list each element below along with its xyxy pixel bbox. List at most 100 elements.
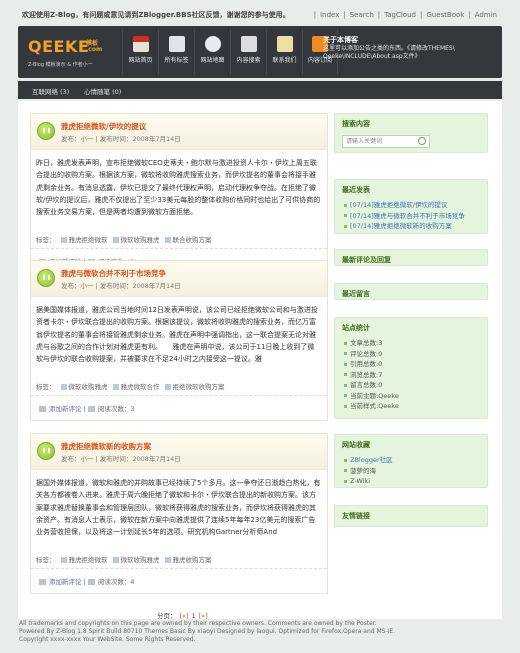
search-placeholder: 请输入关键词	[346, 138, 383, 145]
about-line: Qeeke\INCLUDE\About.asp文件》	[323, 53, 421, 60]
footer-line: Copyright xxxx-xxxx Your WebSite. Some R…	[19, 635, 196, 643]
post-footer: 添加新评论 | 阅读次数：4	[31, 569, 327, 593]
top-link-tagcloud[interactable]: TagCloud	[380, 11, 420, 19]
stat-item: 文章总数:3	[344, 338, 480, 349]
recent-post-link[interactable]: [07/14]雅虎拒绝微软/伊坎的提议	[344, 200, 480, 211]
main-nav: 网站首页 所有标签 网站地图 内容搜索 联系我们 内容订阅	[122, 29, 338, 75]
footer-line: All trademarks and copyrights on this pa…	[19, 620, 377, 627]
top-link-index[interactable]: Index	[316, 11, 343, 19]
nav-item-search[interactable]: 内容搜索	[230, 29, 266, 75]
post-body: 据国外媒体报道，微软和雅虎的并购故事已经持续了5个多月。这一争夺还日渐趋白热化，…	[36, 479, 321, 537]
pager-current[interactable]: 1	[192, 612, 196, 620]
nav-label: 网站首页	[128, 57, 153, 64]
post-meta: 发布：小一 | 发布时间：2008年7月14日	[61, 282, 181, 290]
search-icon[interactable]	[418, 137, 426, 145]
tag-link[interactable]: 雅虎收购方案	[165, 556, 212, 564]
recent-posts-box: 最近发表 [07/14]雅虎拒绝微软/伊坎的提议 [07/14]雅虎与微软合并不…	[334, 179, 488, 234]
tag-link[interactable]: 雅虎拒绝微软	[61, 556, 108, 564]
nav-item-sitemap[interactable]: 网站地图	[194, 29, 230, 75]
category-item-mood[interactable]: 心情随笔 (0)	[84, 86, 121, 96]
add-comment-link[interactable]: 添加新评论	[49, 578, 82, 586]
contact-icon	[276, 36, 293, 52]
post-tags: 标签： 雅虎拒绝微软 微软收购雅虎 雅虎收购方案	[31, 549, 327, 569]
comment-icon	[39, 579, 46, 585]
tag-link[interactable]: 拒绝微软收购方案	[165, 383, 225, 391]
post-tags: 标签： 微软收购雅虎 雅虎微软合作 拒绝微软收购方案	[31, 376, 327, 396]
top-link-guestbook[interactable]: GuestBook	[422, 11, 468, 19]
footer-line: Powered By Z-Blog 1.8 Spirit Build 80710…	[19, 627, 396, 635]
fav-link[interactable]: Z-Wiki	[344, 476, 480, 487]
site-footer: All trademarks and copyrights on this pa…	[18, 620, 502, 643]
site-stats-box: 站点统计 文章总数:3 评论总数:0 引用总数:0 浏览总数:7 留言总数:0 …	[334, 317, 488, 419]
recent-title: 最近发表	[342, 186, 370, 194]
smiley-icon	[37, 442, 55, 460]
pager-last[interactable]: [»]	[199, 612, 208, 620]
tag-link[interactable]: 联合收购方案	[165, 236, 212, 244]
comments-title: 最新评论及回复	[342, 256, 391, 264]
nav-label: 联系我们	[272, 57, 297, 64]
post-title[interactable]: 雅虎与微软合并不利于市场竞争	[61, 268, 166, 279]
pager-first[interactable]: [«]	[180, 612, 189, 620]
links-box: 友情链接	[334, 505, 488, 527]
pager-label: 分页：	[157, 612, 177, 620]
search-box: 搜索内容 请输入关键词	[334, 113, 488, 153]
tag-link[interactable]: 微软收购雅虎	[61, 383, 108, 391]
sitemap-icon	[204, 36, 221, 52]
post-header: 雅虎拒绝微软/伊坎的提议 发布：小一 | 发布时间：2008年7月14日	[31, 114, 327, 150]
recent-post-link[interactable]: [07/14]雅虎拒绝微软新的收购方案	[344, 221, 480, 232]
tag-link[interactable]: 微软收购雅虎	[113, 236, 160, 244]
content-wrapper: 雅虎拒绝微软/伊坎的提议 发布：小一 | 发布时间：2008年7月14日 昨日，…	[18, 101, 502, 620]
tag-link[interactable]: 雅虎拒绝微软	[61, 236, 108, 244]
welcome-text: 欢迎使用Z-Blog，有问题或意见请到ZBlogger.BBS社区反馈，谢谢您的…	[22, 11, 290, 19]
read-count: 阅读次数：3	[97, 405, 135, 413]
nav-item-home[interactable]: 网站首页	[122, 29, 158, 75]
smiley-icon	[37, 269, 55, 287]
post-card: 雅虎拒绝微软/伊坎的提议 发布：小一 | 发布时间：2008年7月14日 昨日，…	[30, 113, 328, 274]
about-line: 这里可以添加公告之类的东西。《请修改THEMES\	[323, 45, 455, 52]
stat-item: 引用总数:0	[344, 359, 480, 370]
fav-link[interactable]: ZBlogger社区	[344, 455, 480, 466]
stat-item: 当前主题:Qeeke	[344, 391, 480, 402]
read-count-icon	[87, 406, 95, 412]
category-bar: 互联网络 (3) 心情随笔 (0)	[18, 81, 502, 99]
nav-label: 所有标签	[164, 57, 189, 64]
stat-item: 留言总数:0	[344, 380, 480, 391]
site-logo[interactable]: QEEKE 模板 .com Z-Blog 模板演示 & 作者小一	[28, 37, 120, 71]
search-icon	[240, 36, 257, 52]
nav-item-contact[interactable]: 联系我们	[266, 29, 302, 75]
post-meta: 发布：小一 | 发布时间：2008年7月14日	[61, 135, 181, 143]
search-title: 搜索内容	[342, 120, 370, 128]
search-input[interactable]: 请输入关键词	[342, 135, 430, 148]
top-link-admin[interactable]: Admin	[471, 11, 501, 19]
add-comment-link[interactable]: 添加新评论	[49, 405, 82, 413]
recent-post-link[interactable]: [07/14]雅虎与微软合并不利于市场竞争	[344, 211, 480, 222]
logo-subtitle: Z-Blog 模板演示 & 作者小一	[28, 62, 93, 68]
post-tags: 标签： 雅虎拒绝微软 微软收购雅虎 联合收购方案	[31, 229, 327, 249]
favorites-box: 网站收藏 ZBlogger社区 菠萝的海 Z-Wiki	[334, 434, 488, 488]
home-icon	[132, 36, 149, 52]
post-title[interactable]: 雅虎拒绝微软/伊坎的提议	[61, 121, 146, 132]
top-bar: 欢迎使用Z-Blog，有问题或意见请到ZBlogger.BBS社区反馈，谢谢您的…	[0, 0, 520, 26]
tags-icon	[168, 36, 185, 52]
post-card: 雅虎拒绝微软新的收购方案 发布：小一 | 发布时间：2008年7月14日 据国外…	[30, 433, 328, 594]
stats-title: 站点统计	[342, 324, 370, 332]
post-footer: 添加新评论 | 阅读次数：3	[31, 396, 327, 420]
logo-text: QEEKE	[28, 37, 90, 56]
site-header: QEEKE 模板 .com Z-Blog 模板演示 & 作者小一 网站首页 所有…	[18, 26, 502, 78]
category-item-internet[interactable]: 互联网络 (3)	[32, 86, 69, 96]
top-link-search[interactable]: Search	[346, 11, 378, 19]
post-meta: 发布：小一 | 发布时间：2008年7月14日	[61, 455, 181, 463]
recent-guestbook-box: 最近留言	[334, 283, 488, 300]
read-count-icon	[87, 579, 95, 585]
tags-label: 标签：	[36, 383, 56, 391]
read-count: 阅读次数：4	[97, 578, 135, 586]
guestbook-title: 最近留言	[342, 290, 370, 298]
about-title: 关于本博客	[323, 36, 358, 44]
tag-link[interactable]: 微软收购雅虎	[113, 556, 160, 564]
post-title[interactable]: 雅虎拒绝微软新的收购方案	[61, 441, 151, 452]
post-header: 雅虎拒绝微软新的收购方案 发布：小一 | 发布时间：2008年7月14日	[31, 434, 327, 470]
top-links: | Index | Search | TagCloud | GuestBook | Admin	[314, 11, 501, 19]
fav-link[interactable]: 菠萝的海	[344, 466, 480, 477]
nav-item-tags[interactable]: 所有标签	[158, 29, 194, 75]
tag-link[interactable]: 雅虎微软合作	[113, 383, 160, 391]
